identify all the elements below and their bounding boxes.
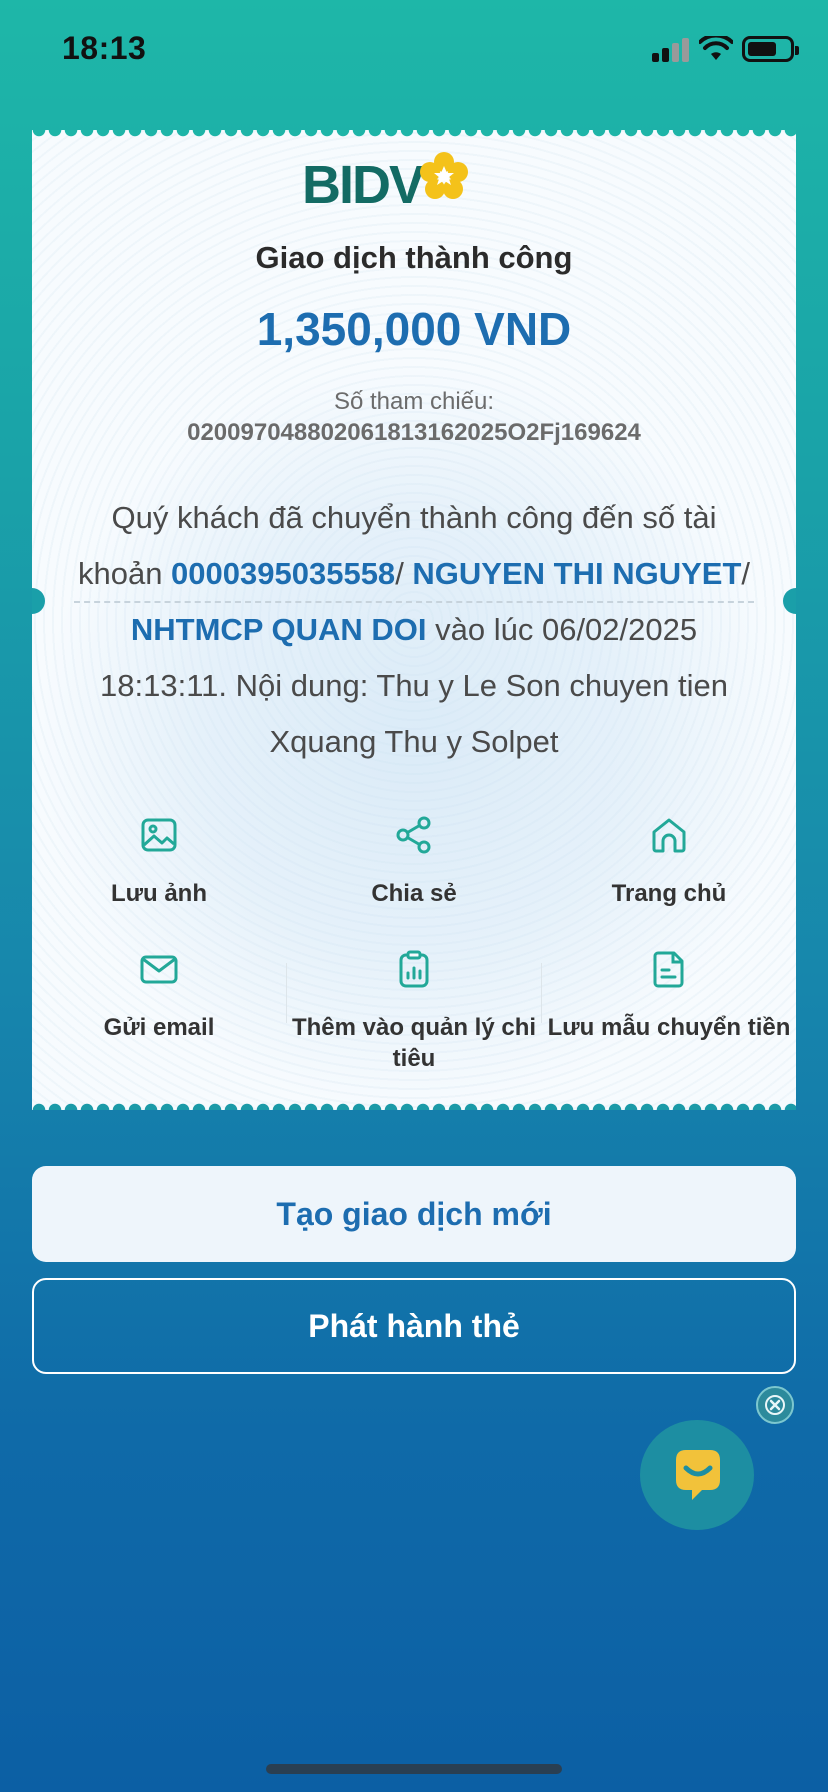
logo-flower-icon — [420, 152, 468, 199]
action-label: Thêm vào quản lý chi tiêu — [291, 1014, 537, 1072]
recipient-bank: NHTMCP QUAN DOI — [130, 612, 427, 647]
close-chat-button[interactable] — [756, 1386, 794, 1424]
share-action[interactable]: Chia sẻ — [287, 815, 541, 909]
action-label: Gửi email — [103, 1014, 215, 1041]
battery-icon — [742, 36, 799, 62]
chat-support-button[interactable] — [640, 1420, 754, 1530]
home-indicator — [266, 1764, 562, 1774]
action-label: Chia sẻ — [371, 880, 457, 907]
action-label: Lưu mẫu chuyển tiền — [547, 1014, 791, 1041]
mail-icon — [140, 955, 178, 984]
transaction-message: Quý khách đã chuyển thành công đến số tà… — [70, 490, 758, 770]
document-icon — [653, 951, 684, 988]
reference-label: Số tham chiếu: — [333, 388, 495, 415]
send-email-action[interactable]: Gửi email — [32, 949, 286, 1043]
wifi-icon — [699, 36, 733, 60]
recipient-name: NGUYEN THI NGUYET — [412, 556, 742, 591]
message-separator: / — [741, 556, 751, 591]
status-time: 18:13 — [62, 30, 147, 66]
new-transaction-button[interactable]: Tạo giao dịch mới — [32, 1166, 796, 1262]
issue-card-button[interactable]: Phát hành thẻ — [32, 1278, 796, 1374]
bidv-logo: BIDV — [302, 152, 482, 215]
save-transfer-template-action[interactable]: Lưu mẫu chuyển tiền — [542, 949, 796, 1043]
home-action[interactable]: Trang chủ — [542, 815, 796, 909]
card-top-edge — [32, 130, 796, 144]
clipboard-chart-icon — [399, 950, 429, 988]
status-bar: 18:13 — [0, 0, 828, 100]
transaction-status-title: Giao dịch thành công — [255, 240, 573, 275]
card-bottom-edge — [32, 1096, 796, 1110]
save-image-action[interactable]: Lưu ảnh — [32, 815, 286, 909]
logo-text: BIDV — [302, 155, 425, 215]
transaction-amount: 1,350,000 VND — [256, 303, 572, 355]
share-icon — [396, 816, 431, 854]
home-icon — [652, 818, 686, 853]
message-separator: / — [395, 556, 413, 591]
close-icon — [765, 1395, 785, 1415]
cellular-signal-icon — [652, 38, 692, 62]
action-label: Lưu ảnh — [110, 880, 208, 907]
reference-number: 020097048802061813162025O2Fj169624 — [187, 419, 641, 446]
chat-icon — [676, 1450, 720, 1500]
add-expense-tracking-action[interactable]: Thêm vào quản lý chi tiêu — [287, 949, 541, 1074]
image-icon — [141, 818, 177, 852]
recipient-account-number: 0000395035558 — [171, 556, 396, 591]
action-label: Trang chủ — [611, 880, 727, 907]
